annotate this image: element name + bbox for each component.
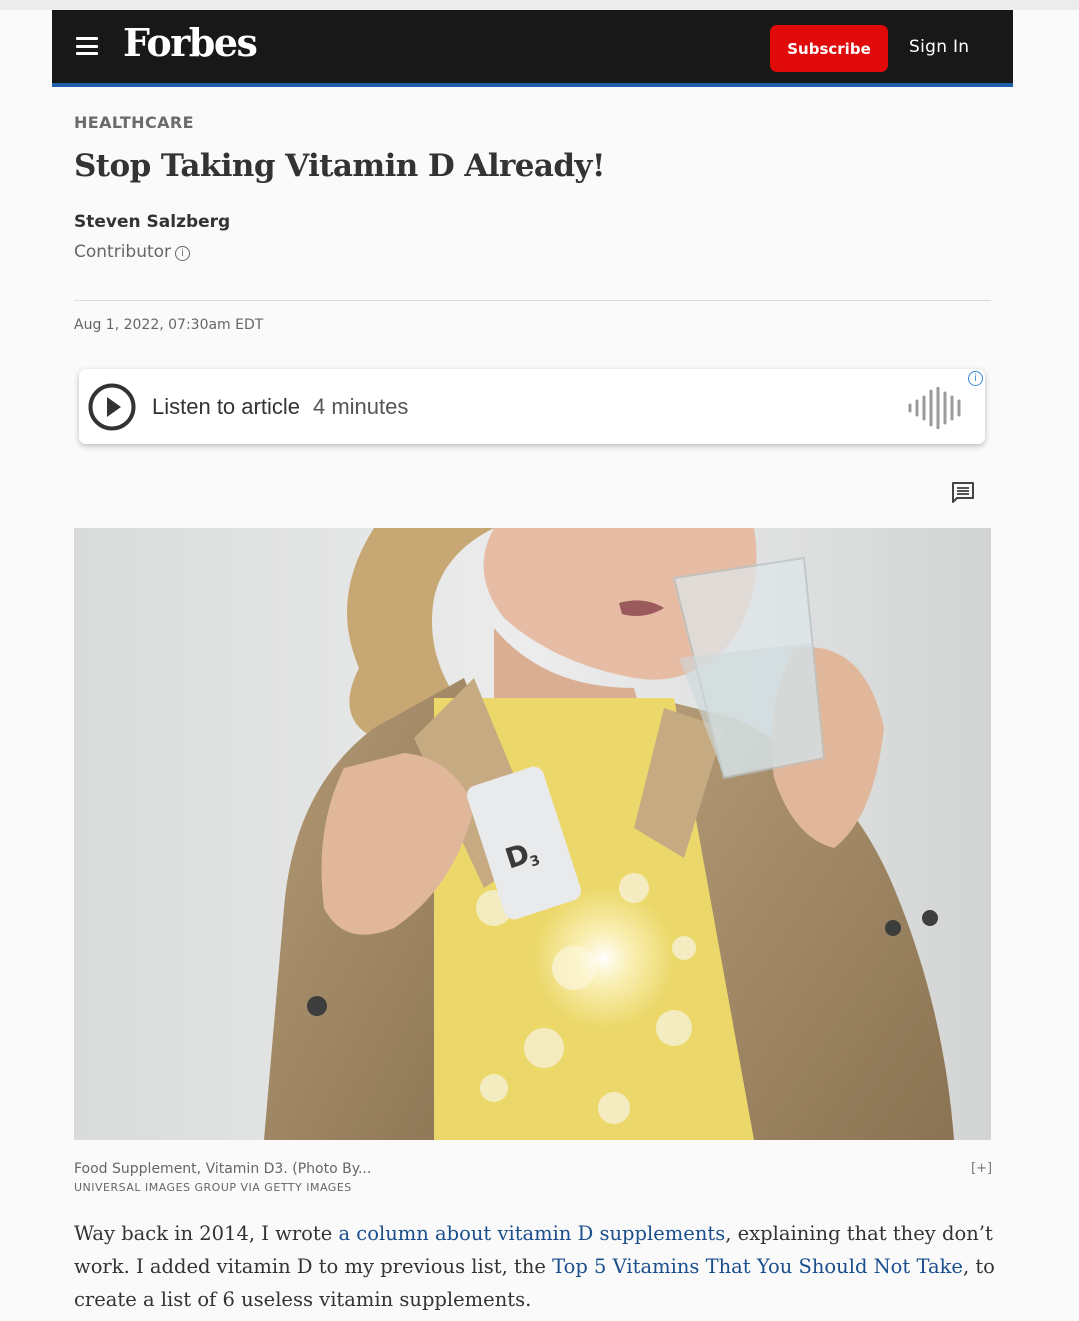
section-label[interactable]: HEALTHCARE xyxy=(74,113,194,132)
info-icon[interactable]: i xyxy=(175,246,191,261)
article-hero-image[interactable]: D 3 xyxy=(74,528,991,1140)
sign-in-link[interactable]: Sign In xyxy=(909,37,969,57)
publish-date: Aug 1, 2022, 07:30am EDT xyxy=(74,317,264,333)
browser-top-strip xyxy=(0,0,1079,10)
play-icon[interactable] xyxy=(88,383,136,431)
article-title: Stop Taking Vitamin D Already! xyxy=(74,148,605,184)
author-role: Contributor i xyxy=(74,242,191,262)
menu-icon[interactable] xyxy=(76,37,98,55)
author-role-label: Contributor xyxy=(74,242,172,262)
comment-icon[interactable] xyxy=(951,480,975,504)
site-header: Forbes Subscribe Sign In xyxy=(52,10,1013,87)
image-credit: UNIVERSAL IMAGES GROUP VIA GETTY IMAGES xyxy=(74,1181,352,1194)
image-caption: Food Supplement, Vitamin D3. (Photo By..… xyxy=(74,1161,372,1177)
forbes-logo[interactable]: Forbes xyxy=(123,20,258,65)
link-vitamin-d-column[interactable]: a column about vitamin D supplements xyxy=(338,1222,725,1245)
subscribe-button[interactable]: Subscribe xyxy=(770,25,888,72)
expand-caption-button[interactable]: [+] xyxy=(971,1161,992,1176)
audio-duration: 4 minutes xyxy=(313,394,409,419)
link-top-5-vitamins[interactable]: Top 5 Vitamins That You Should Not Take xyxy=(552,1255,963,1278)
divider xyxy=(74,300,991,301)
listen-label[interactable]: Listen to article xyxy=(152,394,300,420)
paragraph-text: Way back in 2014, I wrote xyxy=(74,1222,339,1245)
audio-player: Listen to article 4 minutes i xyxy=(79,369,985,444)
article-paragraph: Way back in 2014, I wrote a column about… xyxy=(74,1217,1004,1316)
ad-info-icon[interactable]: i xyxy=(968,371,983,386)
author-name[interactable]: Steven Salzberg xyxy=(74,212,230,232)
waveform-icon xyxy=(908,387,961,429)
